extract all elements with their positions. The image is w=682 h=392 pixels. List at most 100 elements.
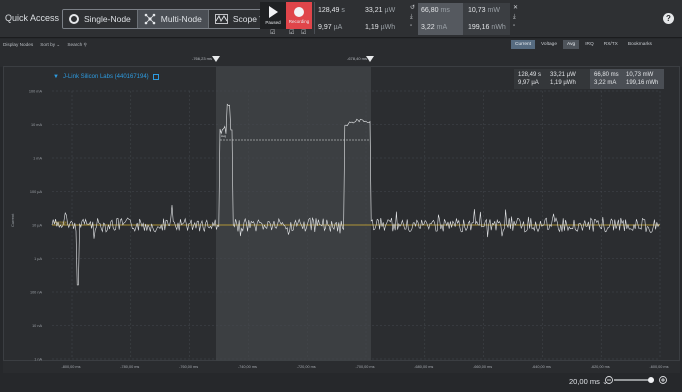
x-tick-label: -600,00 ms xyxy=(650,365,669,369)
multi-node-button[interactable]: Multi-Node xyxy=(137,10,209,28)
chevron-down-icon: ⌄ xyxy=(56,42,61,47)
x-tick-label: -660,00 ms xyxy=(473,365,492,369)
pause-play-button[interactable]: Paused xyxy=(260,2,286,29)
node-header[interactable]: ▼ J-Link Silicon Labs (440167194) xyxy=(53,74,159,80)
search-label: Search xyxy=(67,42,83,47)
chart-sel-current: 3,22 mA xyxy=(594,80,617,86)
single-node-button[interactable]: Single-Node xyxy=(63,10,138,28)
play-icon xyxy=(268,6,278,18)
chart-sel-power: 10,73 mW xyxy=(626,72,654,78)
x-axis: -800,00 ms -780,00 ms -760,00 ms -740,00 ms… xyxy=(3,361,680,373)
chart-summary-panel: 128,49 s 33,21 µW 9,97 µA 1,19 µWh 66,80… xyxy=(514,69,664,89)
measure-actions: ↺ ⤓ ▫ xyxy=(410,4,415,30)
tab-voltage[interactable]: Voltage xyxy=(537,40,562,49)
y-tick-label: 100 nA xyxy=(30,291,43,295)
time-zoom-slider[interactable] xyxy=(605,375,669,385)
tab-avg[interactable]: Avg xyxy=(563,40,580,49)
selection-actions: ✕ ⤓ ▫ xyxy=(513,4,518,30)
measure-power: 33,21 µW xyxy=(365,7,396,14)
x-tick-label: -740,00 ms xyxy=(238,365,257,369)
x-tick-label: -720,00 ms xyxy=(297,365,316,369)
multi-node-icon xyxy=(144,13,156,25)
selection-average-label: Avg xyxy=(221,134,226,138)
y-tick-label: 10 nA xyxy=(32,324,42,328)
y-tick-label: 10 µA xyxy=(32,224,42,228)
marker-left-label: -766,23 ms xyxy=(192,56,213,61)
marker-left-handle[interactable] xyxy=(212,56,220,62)
sel-energy: 199,16 nWh xyxy=(468,24,506,31)
search-button[interactable]: Search ⚲ xyxy=(67,42,87,48)
recording-label: Recording xyxy=(288,19,310,24)
quick-access-label: Quick Access xyxy=(5,13,60,23)
help-button[interactable]: ? xyxy=(663,13,674,24)
y-tick-label: 1 µA xyxy=(34,257,42,261)
checkbox-icon[interactable]: ☑ xyxy=(270,29,275,36)
checkbox-icon[interactable]: ☑ xyxy=(289,29,294,36)
time-zoom-label: 20,00 ms xyxy=(569,377,600,386)
tab-rx-tx[interactable]: RX/TX xyxy=(599,40,622,49)
paused-label: Paused xyxy=(265,20,281,25)
chart-sel-duration: 66,80 ms xyxy=(594,72,619,78)
y-tick-label: 10 mA xyxy=(31,123,42,127)
single-node-icon xyxy=(69,14,79,24)
chart-sum-time: 128,49 s xyxy=(518,72,542,78)
y-axis-label: Current xyxy=(10,213,15,227)
chart-sum-energy: 1,19 µWh xyxy=(550,80,576,86)
export-icon[interactable]: ⤓ xyxy=(513,13,518,21)
marker-right-handle[interactable] xyxy=(366,56,374,62)
tab-current[interactable]: Current xyxy=(511,40,535,49)
sort-by-button[interactable]: Sort by ⌄ xyxy=(40,42,60,48)
display-toolbar: Display Nodes Sort by ⌄ Search ⚲ Current… xyxy=(0,39,682,51)
scope-wave-icon xyxy=(214,14,228,24)
chart-sum-current: 9,97 µA xyxy=(518,80,539,86)
sel-current: 3,22 mA xyxy=(421,24,448,31)
node-checkbox[interactable] xyxy=(152,74,159,80)
reset-icon[interactable]: ↺ xyxy=(410,4,415,12)
measure-energy: 1,19 µWh xyxy=(365,24,396,31)
trash-icon[interactable]: ▫ xyxy=(513,22,518,30)
timeline-ruler: -766,23 ms -678,40 ms xyxy=(0,51,682,67)
top-toolbar: Quick Access ⌄ Single-Node Multi-Node Sc… xyxy=(0,0,682,38)
single-node-label: Single-Node xyxy=(84,14,131,24)
marker-right-label: -678,40 ms xyxy=(347,56,368,61)
measure-current: 9,97 µA xyxy=(318,24,343,31)
checkbox-icon[interactable]: ☑ xyxy=(301,29,306,36)
trash-icon[interactable]: ▫ xyxy=(410,22,415,30)
chevron-down-icon: ▼ xyxy=(53,74,59,80)
measure-time: 128,49 s xyxy=(318,7,345,14)
y-tick-label: 100 µA xyxy=(30,190,43,194)
chart-sum-power: 33,21 µW xyxy=(550,72,576,78)
search-icon: ⚲ xyxy=(83,42,87,47)
view-tabs: Current Voltage Avg IRQ RX/TX Bookmarks xyxy=(511,40,656,49)
x-tick-label: -620,00 ms xyxy=(591,365,610,369)
mode-selector: Single-Node Multi-Node Scope View xyxy=(62,9,285,29)
x-tick-label: -760,00 ms xyxy=(179,365,198,369)
selection-band xyxy=(216,67,371,362)
x-tick-label: -640,00 ms xyxy=(532,365,551,369)
current-chart: 100 mA 10 mA 1 mA 100 µA 10 µA 1 µA 100 nA 10 n… xyxy=(3,66,681,362)
multi-node-label: Multi-Node xyxy=(160,14,202,24)
divider xyxy=(314,2,315,34)
x-tick-label: -780,00 ms xyxy=(120,365,139,369)
sel-power: 10,73 mW xyxy=(468,7,500,14)
x-axis-svg: -800,00 ms -780,00 ms -760,00 ms -740,00 ms… xyxy=(62,365,669,369)
display-nodes-button[interactable]: Display Nodes xyxy=(3,42,33,48)
chart-svg[interactable]: 100 mA 10 mA 1 mA 100 µA 10 µA 1 µA 100 nA 10 n… xyxy=(4,67,681,362)
time-zoom-value[interactable]: 20,00 ms ⌄ xyxy=(569,377,608,386)
tab-irq[interactable]: IRQ xyxy=(581,40,598,49)
record-button[interactable]: Recording xyxy=(286,2,312,29)
x-tick-label: -800,00 ms xyxy=(62,365,81,369)
y-tick-label: 1 mA xyxy=(33,157,42,161)
export-icon[interactable]: ⤓ xyxy=(410,13,415,21)
close-icon[interactable]: ✕ xyxy=(513,4,518,12)
chart-sel-energy: 199,16 nWh xyxy=(626,80,659,86)
tab-bookmarks[interactable]: Bookmarks xyxy=(623,40,656,49)
bottom-bar: 20,00 ms ⌄ xyxy=(0,373,682,392)
sort-by-label: Sort by xyxy=(40,42,56,47)
sel-duration: 66,80 ms xyxy=(421,7,450,14)
x-tick-label: -680,00 ms xyxy=(414,365,433,369)
y-tick-label: 100 mA xyxy=(29,90,43,94)
x-tick-label: -700,00 ms xyxy=(356,365,375,369)
recording-controls: Paused Recording ☑ ☑ ☑ xyxy=(260,2,314,36)
node-label: J-Link Silicon Labs (440167194) xyxy=(62,74,149,80)
